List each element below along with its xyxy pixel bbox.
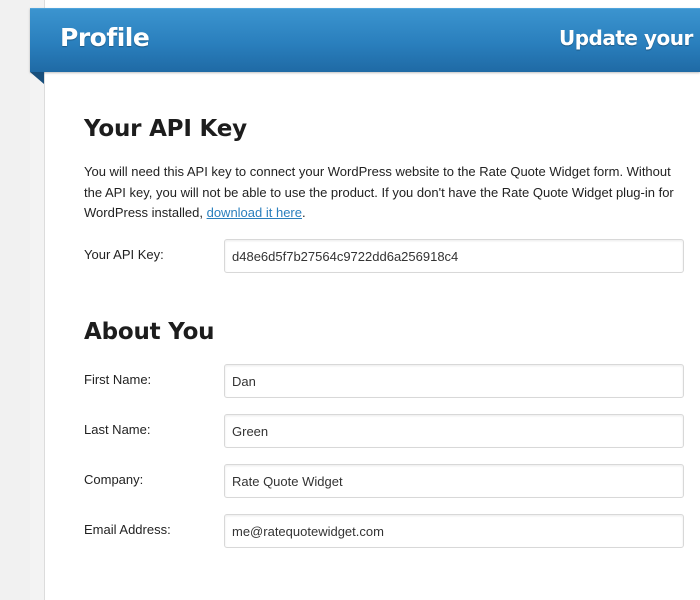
api-key-description-end: . [302, 205, 306, 220]
api-key-description: You will need this API key to connect yo… [84, 162, 684, 224]
api-key-label: Your API Key: [84, 247, 164, 262]
profile-header-bar: Profile Update your me [30, 8, 700, 72]
email-address-label: Email Address: [84, 522, 171, 537]
email-address-field[interactable] [224, 514, 684, 548]
about-you-heading: About You [84, 319, 215, 345]
api-key-field[interactable] [224, 239, 684, 273]
last-name-field[interactable] [224, 414, 684, 448]
first-name-label: First Name: [84, 372, 152, 387]
company-label: Company: [84, 472, 144, 487]
download-plugin-link[interactable]: download it here [207, 205, 302, 220]
page-gutter [0, 0, 30, 600]
company-field[interactable] [224, 464, 684, 498]
first-name-field[interactable] [224, 364, 684, 398]
content-panel [44, 0, 700, 600]
api-key-description-text: You will need this API key to connect yo… [84, 164, 674, 220]
header-right-title: Update your me [559, 26, 700, 50]
page-title: Profile [60, 23, 150, 52]
api-key-heading: Your API Key [84, 116, 247, 142]
header-ribbon-fold [30, 72, 44, 84]
last-name-label: Last Name: [84, 422, 151, 437]
